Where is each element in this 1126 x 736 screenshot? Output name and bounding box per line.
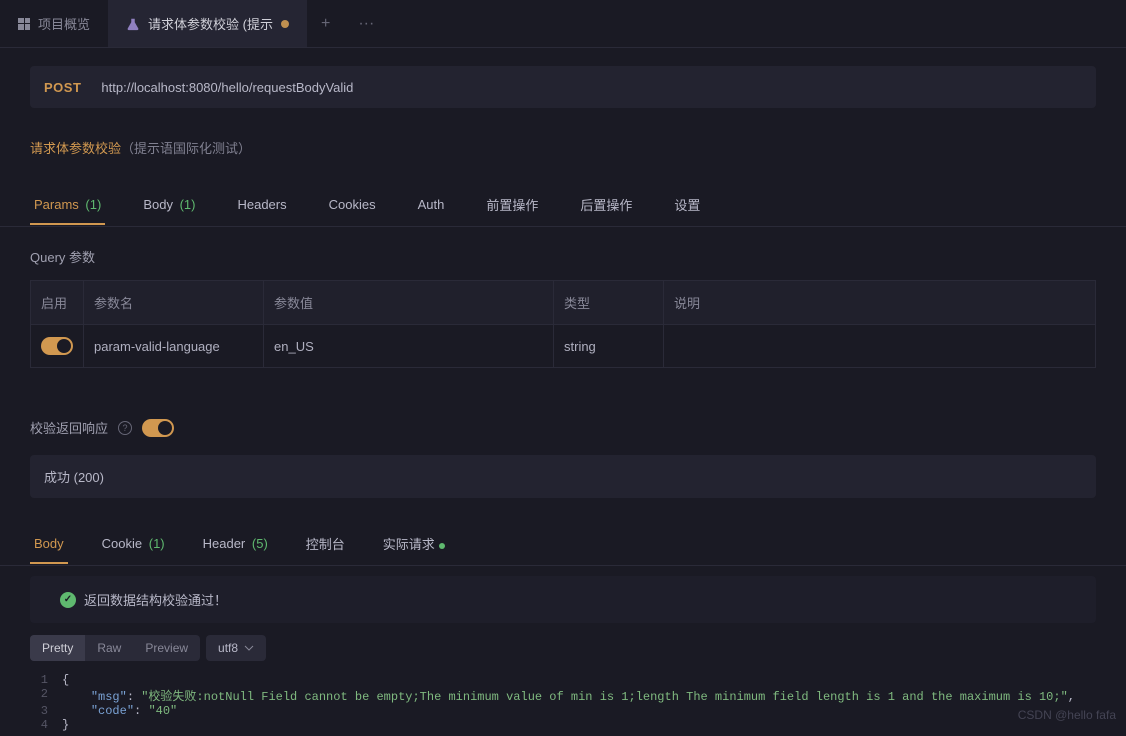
request-bar[interactable]: POST http://localhost:8080/hello/request… [30, 66, 1096, 108]
response-body-code[interactable]: 1{ 2 "msg": "校验失败:notNull Field cannot b… [0, 669, 1126, 736]
tab-cookies[interactable]: Cookies [325, 183, 380, 224]
resp-tab-console[interactable]: 控制台 [302, 520, 349, 565]
th-desc: 说明 [664, 281, 1096, 325]
modified-indicator-icon [281, 20, 289, 28]
th-enable: 启用 [31, 281, 84, 325]
watermark: CSDN @hello fafa [1018, 708, 1116, 722]
param-desc[interactable] [664, 325, 1096, 368]
response-status-select[interactable]: 成功 (200) [30, 455, 1096, 498]
tab-params[interactable]: Params (1) [30, 183, 105, 224]
view-raw-button[interactable]: Raw [85, 635, 133, 661]
chevron-down-icon [244, 645, 254, 651]
tab-more-button[interactable]: ··· [344, 15, 388, 33]
tab-project-overview[interactable]: 项目概览 [0, 0, 108, 47]
json-code-value: "40" [148, 704, 177, 718]
body-view-mode: Pretty Raw Preview [30, 635, 200, 661]
indicator-dot-icon [439, 543, 445, 549]
info-icon[interactable]: ? [118, 421, 132, 435]
query-params-title: Query 参数 [30, 247, 1096, 266]
param-name[interactable]: param-valid-language [84, 325, 264, 368]
resp-tab-body[interactable]: Body [30, 522, 68, 563]
flask-icon [126, 17, 140, 31]
resp-tab-actual[interactable]: 实际请求 [379, 520, 449, 565]
th-value: 参数值 [264, 281, 554, 325]
json-msg-value: "校验失败:notNull Field cannot be empty;The … [141, 690, 1068, 704]
validate-response-label: 校验返回响应 [30, 418, 108, 437]
http-method: POST [44, 80, 81, 95]
encoding-select[interactable]: utf8 [206, 635, 266, 661]
param-enable-toggle[interactable] [41, 337, 73, 355]
tab-headers[interactable]: Headers [233, 183, 290, 224]
api-subtitle: （提示语国际化测试） [121, 138, 251, 157]
th-name: 参数名 [84, 281, 264, 325]
tab-settings[interactable]: 设置 [670, 181, 704, 226]
request-url: http://localhost:8080/hello/requestBodyV… [101, 80, 353, 95]
tab-body[interactable]: Body (1) [139, 183, 199, 224]
view-pretty-button[interactable]: Pretty [30, 635, 85, 661]
api-title: 请求体参数校验 [30, 138, 121, 157]
query-params-table: 启用 参数名 参数值 类型 说明 param-valid-language en… [30, 280, 1096, 368]
tab-post-op[interactable]: 后置操作 [576, 181, 636, 226]
param-type[interactable]: string [554, 325, 664, 368]
resp-tab-cookie[interactable]: Cookie (1) [98, 522, 169, 563]
add-tab-button[interactable]: + [307, 15, 344, 33]
validation-success-banner: ✓ 返回数据结构校验通过！ [30, 576, 1096, 623]
tab-pre-op[interactable]: 前置操作 [482, 181, 542, 226]
check-icon: ✓ [60, 592, 76, 608]
grid-icon [18, 18, 30, 30]
tab-label: 项目概览 [38, 14, 90, 33]
param-value[interactable]: en_US [264, 325, 554, 368]
resp-tab-header[interactable]: Header (5) [199, 522, 272, 563]
tab-label: 请求体参数校验 (提示 [148, 14, 273, 33]
validate-response-toggle[interactable] [142, 419, 174, 437]
table-row: param-valid-language en_US string [31, 325, 1096, 368]
th-type: 类型 [554, 281, 664, 325]
tab-api-active[interactable]: 请求体参数校验 (提示 [108, 0, 307, 47]
view-preview-button[interactable]: Preview [133, 635, 200, 661]
tab-auth[interactable]: Auth [414, 183, 449, 224]
validation-message: 返回数据结构校验通过！ [84, 590, 227, 609]
